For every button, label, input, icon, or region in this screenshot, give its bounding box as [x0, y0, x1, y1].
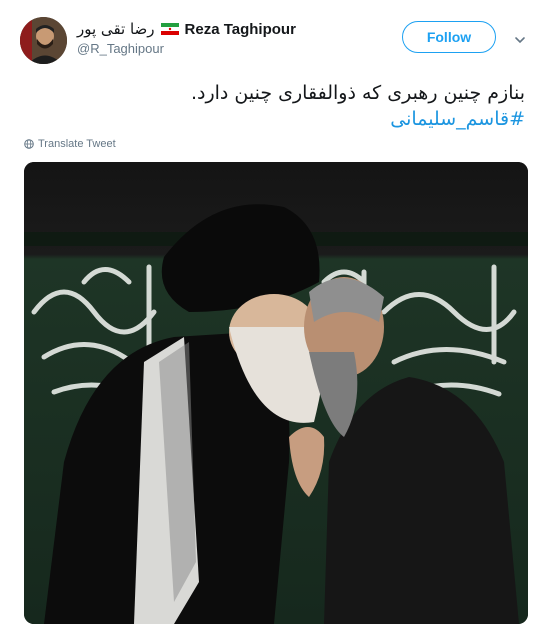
follow-button[interactable]: Follow [402, 21, 496, 53]
author-handle[interactable]: @R_Taghipour [77, 41, 164, 56]
avatar-image [20, 17, 67, 64]
author-name-row[interactable]: رضا تقی پور Reza Taghipour [77, 18, 296, 40]
tweet-body: بنازم چنین رهبری که ذوالفقاری چنین دارد. [190, 82, 525, 104]
author-name-persian[interactable]: رضا تقی پور [77, 20, 155, 38]
tweet-text: بنازم چنین رهبری که ذوالفقاری چنین دارد.… [105, 80, 525, 132]
author-avatar[interactable] [20, 17, 67, 64]
translate-label[interactable]: Translate Tweet [38, 138, 116, 150]
author-name-english[interactable]: Reza Taghipour [185, 21, 296, 38]
chevron-down-icon[interactable] [513, 33, 527, 47]
globe-icon [24, 139, 34, 149]
hashtag-link[interactable]: #قاسم_سلیمانی [105, 106, 525, 132]
tweet-photo[interactable] [24, 162, 528, 624]
photo-image [24, 162, 528, 624]
iran-flag-icon [160, 23, 179, 35]
translate-tweet-link[interactable]: Translate Tweet [24, 138, 116, 150]
